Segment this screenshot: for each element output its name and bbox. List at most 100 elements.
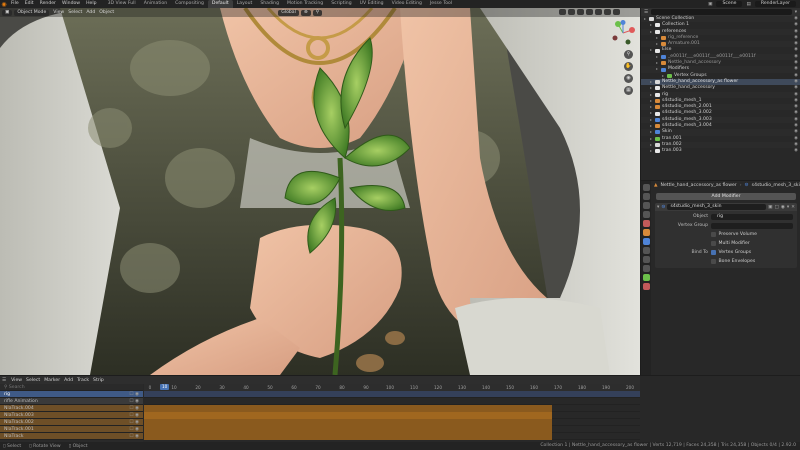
visibility-eye-icon[interactable]: ◉: [794, 148, 798, 154]
physics-tab-icon[interactable]: [642, 256, 650, 263]
scene-selector[interactable]: Scene: [716, 1, 743, 7]
add-modifier-button[interactable]: Add Modifier: [656, 193, 796, 200]
nla-menu-add[interactable]: Add: [62, 378, 75, 383]
navigation-gizmo[interactable]: [610, 20, 636, 46]
scene-tab-icon[interactable]: [642, 211, 650, 218]
channel-row[interactable]: NlaTrack.001 ☐ ◉: [0, 426, 143, 433]
object-field[interactable]: rig: [711, 213, 793, 220]
menu-edit[interactable]: Edit: [22, 0, 37, 8]
tab-layout[interactable]: Layout: [233, 0, 257, 8]
channel-row[interactable]: NlaTrack.004 ☐ ◉: [0, 405, 143, 412]
pivot-icon[interactable]: ⊕: [300, 9, 311, 16]
shading-render-icon[interactable]: [613, 9, 620, 15]
render-tab-icon[interactable]: [642, 193, 650, 200]
action-strip[interactable]: [144, 405, 552, 412]
shading-solid-icon[interactable]: [595, 9, 602, 15]
viewport-menu-add[interactable]: Add: [84, 8, 97, 17]
tab-3d-view-full[interactable]: 3D View Full: [104, 0, 140, 8]
vertex-groups-checkbox[interactable]: [711, 250, 716, 255]
modifier-tab-icon[interactable]: [642, 238, 650, 245]
grid-icon[interactable]: ▦: [624, 86, 633, 95]
orientation-selector[interactable]: Global: [278, 9, 299, 16]
nla-menu-view[interactable]: View: [9, 378, 24, 383]
tab-jesse-tool[interactable]: Jesse Tool: [426, 0, 456, 8]
preserve-volume-checkbox[interactable]: [711, 232, 716, 237]
viewport-menu-view[interactable]: View: [51, 8, 66, 17]
camera-icon[interactable]: ◉: [624, 74, 633, 83]
channel-toggle-icons[interactable]: ☐ ◉: [129, 391, 139, 398]
collapse-chevron-icon[interactable]: ▾: [657, 205, 659, 210]
channel-row[interactable]: NlaTrack.002 ☐ ◉: [0, 419, 143, 426]
tab-animation[interactable]: Animation: [140, 0, 171, 8]
filter-icon[interactable]: ▾: [795, 10, 797, 15]
tab-video-editing[interactable]: Video Editing: [388, 0, 426, 8]
nla-menu-track[interactable]: Track: [75, 378, 91, 383]
channel-toggle-icons[interactable]: ☐ ◉: [129, 398, 139, 405]
current-frame-indicator[interactable]: 10: [160, 384, 170, 390]
mode-selector[interactable]: Object Mode: [14, 9, 50, 16]
action-strip[interactable]: [144, 433, 552, 440]
outliner-editor-icon[interactable]: ☰: [644, 10, 648, 15]
overlay-icon[interactable]: [577, 9, 584, 15]
frame-ruler[interactable]: 10 0 10 20 30 40 50 60 70 80 90 100 110 120 130 140 150…: [144, 384, 640, 391]
tab-default[interactable]: Default: [207, 0, 233, 8]
snap-icon[interactable]: ⚲: [312, 9, 323, 16]
editor-type-button[interactable]: ▣: [2, 9, 13, 16]
vertex-group-field[interactable]: [711, 222, 793, 229]
modifier-name-field[interactable]: s4studio_mesh_3_skin: [667, 204, 767, 210]
nla-editor-icon[interactable]: ☰: [2, 378, 6, 383]
tab-uv-editing[interactable]: UV Editing: [356, 0, 388, 8]
material-tab-icon[interactable]: [642, 283, 650, 290]
3d-viewport[interactable]: ▣ Object Mode View Select Add Object Global…: [0, 8, 640, 375]
constraints-tab-icon[interactable]: [642, 265, 650, 272]
pan-icon[interactable]: ✋: [624, 62, 633, 71]
channel-row[interactable]: NlaTrack ☐ ◉: [0, 433, 143, 440]
bone-envelopes-checkbox[interactable]: [711, 259, 716, 264]
channel-search[interactable]: ⚲ Search: [0, 384, 143, 391]
tab-compositing[interactable]: Compositing: [171, 0, 208, 8]
output-tab-icon[interactable]: [642, 202, 650, 209]
menu-file[interactable]: File: [8, 0, 22, 8]
editmode-toggle-icon[interactable]: ▣: [768, 205, 772, 210]
outliner-row[interactable]: ▸ tran.003 ◉: [641, 148, 800, 154]
action-strip[interactable]: [144, 419, 552, 426]
zoom-icon[interactable]: ⚲: [624, 50, 633, 59]
gizmo-toggle-icon[interactable]: [568, 9, 575, 15]
channel-toggle-icons[interactable]: ☐ ◉: [129, 426, 139, 433]
tool-tab-icon[interactable]: [642, 184, 650, 191]
tab-scripting[interactable]: Scripting: [327, 0, 355, 8]
viewport-menu-object[interactable]: Object: [97, 8, 116, 17]
channel-toggle-icons[interactable]: ☐ ◉: [129, 433, 139, 440]
world-tab-icon[interactable]: [642, 220, 650, 227]
outliner-search[interactable]: [651, 9, 792, 15]
blender-logo-icon[interactable]: ◉: [0, 0, 8, 8]
channel-toggle-icons[interactable]: ☐ ◉: [129, 405, 139, 412]
channel-toggle-icons[interactable]: ☐ ◉: [129, 412, 139, 419]
object-tab-icon[interactable]: [642, 229, 650, 236]
viewport-menu-select[interactable]: Select: [66, 8, 84, 17]
data-tab-icon[interactable]: [642, 274, 650, 281]
view-layer-selector[interactable]: RenderLayer: [754, 1, 796, 7]
xray-icon[interactable]: [586, 9, 593, 15]
nla-menu-select[interactable]: Select: [24, 378, 42, 383]
viewport-toggle-icon[interactable]: □: [774, 205, 778, 210]
channel-row[interactable]: NlaTrack.003 ☐ ◉: [0, 412, 143, 419]
menu-help[interactable]: Help: [83, 0, 99, 8]
close-icon[interactable]: ✕: [791, 205, 795, 210]
visibility-icon[interactable]: [559, 9, 566, 15]
channel-toggle-icons[interactable]: ☐ ◉: [129, 419, 139, 426]
nla-menu-strip[interactable]: Strip: [91, 378, 106, 383]
tab-motion-tracking[interactable]: Motion Tracking: [283, 0, 327, 8]
render-toggle-icon[interactable]: ◉: [781, 205, 785, 210]
menu-render[interactable]: Render: [37, 0, 59, 8]
channel-row[interactable]: rig ☐ ◉: [0, 391, 143, 398]
particles-tab-icon[interactable]: [642, 247, 650, 254]
action-strip[interactable]: [144, 426, 552, 433]
nla-menu-marker[interactable]: Marker: [42, 378, 62, 383]
shading-material-icon[interactable]: [604, 9, 611, 15]
modifier-menu-icon[interactable]: ▾: [787, 205, 789, 210]
multi-modifier-checkbox[interactable]: [711, 241, 716, 246]
action-strip[interactable]: [144, 412, 552, 419]
tab-shading[interactable]: Shading: [256, 0, 283, 8]
menu-window[interactable]: Window: [59, 0, 83, 8]
